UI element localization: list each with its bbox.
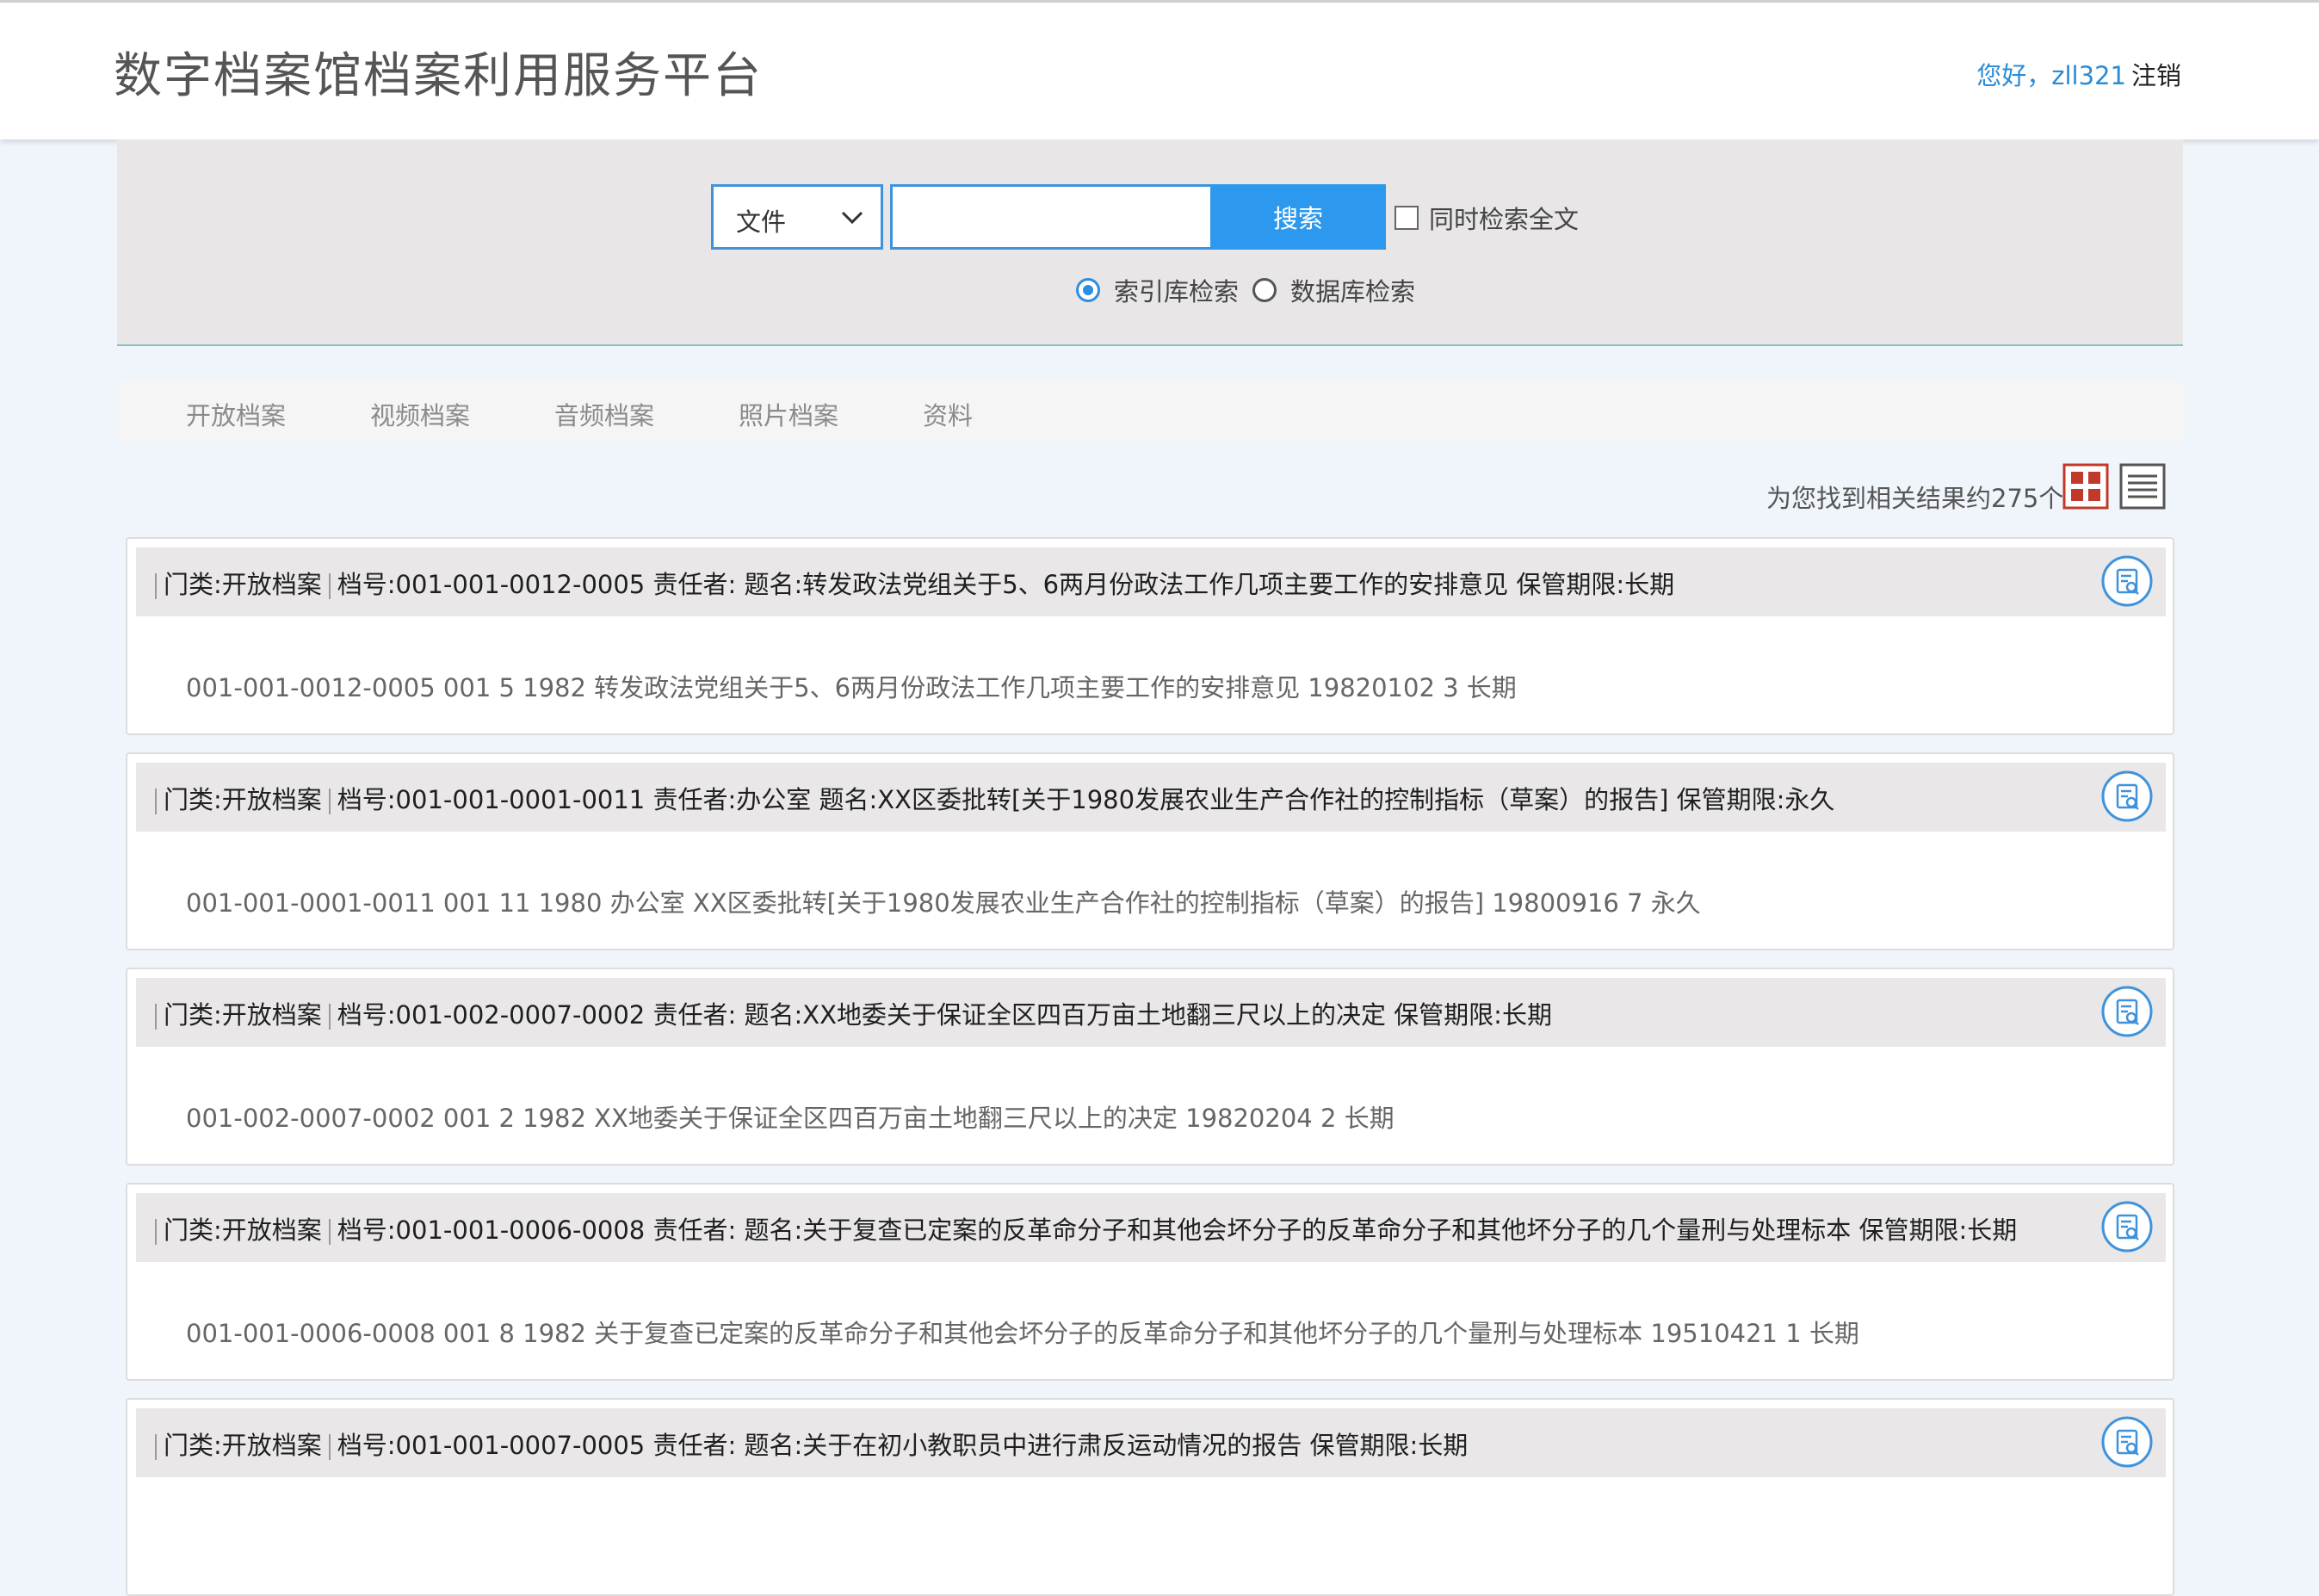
list-view-icon[interactable] (2119, 463, 2166, 510)
tab-photo-archives[interactable]: 照片档案 (739, 396, 838, 432)
search-panel: 文件 搜索 同时检索全文 索引库检索 数据库检索 (117, 139, 2183, 346)
radio-database-circle[interactable] (1252, 278, 1277, 302)
fulltext-label: 同时检索全文 (1429, 205, 1580, 234)
search-type-select[interactable]: 文件 (711, 184, 883, 250)
tab-audio-archives[interactable]: 音频档案 (554, 396, 654, 432)
grid-view-icon[interactable] (2062, 463, 2109, 510)
result-card: 门类:开放档案 档号:001-001-0007-0005 责任者: 题名:关于在初… (126, 1398, 2174, 1596)
document-detail-icon[interactable] (2100, 1415, 2154, 1469)
result-detail: 001-002-0007-0002 001 2 1982 XX地委关于保证全区四… (186, 1104, 1394, 1133)
result-category: 门类:开放档案 (164, 1431, 322, 1460)
result-meta: 档号:001-001-0001-0011 责任者:办公室 题名:XX区委批转[关… (337, 785, 1835, 814)
radio-index-circle[interactable] (1076, 278, 1100, 302)
result-card-header: 门类:开放档案 档号:001-001-0001-0011 责任者:办公室 题名:X… (136, 763, 2166, 832)
user-greeting[interactable]: 您好，zll321 (1976, 61, 2126, 90)
result-card: 门类:开放档案 档号:001-001-0006-0008 责任者: 题名:关于复查… (126, 1183, 2174, 1381)
category-tabs: 开放档案 视频档案 音频档案 照片档案 资料 (117, 380, 2183, 441)
document-detail-icon[interactable] (2100, 1200, 2154, 1253)
result-count: 为您找到相关结果约275个 (1766, 484, 2064, 513)
result-detail: 001-001-0012-0005 001 5 1982 转发政法党组关于5、6… (186, 673, 1517, 702)
result-category: 门类:开放档案 (164, 570, 322, 599)
fulltext-checkbox[interactable] (1394, 206, 1419, 230)
document-detail-icon[interactable] (2100, 985, 2154, 1038)
result-card: 门类:开放档案 档号:001-001-0001-0011 责任者:办公室 题名:X… (126, 752, 2174, 950)
chevron-down-icon (841, 211, 863, 225)
radio-index-label: 索引库检索 (1114, 277, 1240, 306)
result-meta: 档号:001-001-0007-0005 责任者: 题名:关于在初小教职员中进行… (337, 1431, 1469, 1460)
result-card-header: 门类:开放档案 档号:001-001-0006-0008 责任者: 题名:关于复查… (136, 1193, 2166, 1262)
radio-database-search[interactable]: 数据库检索 (1252, 272, 1415, 308)
search-button[interactable]: 搜索 (1210, 184, 1386, 250)
result-card: 门类:开放档案 档号:001-001-0012-0005 责任者: 题名:转发政法… (126, 537, 2174, 735)
tab-materials[interactable]: 资料 (923, 396, 973, 432)
document-detail-icon[interactable] (2100, 554, 2154, 608)
radio-database-label: 数据库检索 (1290, 277, 1416, 306)
result-meta: 档号:001-001-0006-0008 责任者: 题名:关于复查已定案的反革命… (337, 1216, 2018, 1245)
result-detail: 001-001-0006-0008 001 8 1982 关于复查已定案的反革命… (186, 1319, 1859, 1348)
tab-open-archives[interactable]: 开放档案 (186, 396, 286, 432)
result-detail: 001-001-0001-0011 001 11 1980 办公室 XX区委批转… (186, 888, 1701, 918)
app-title: 数字档案馆档案利用服务平台 (114, 48, 763, 104)
result-title[interactable]: 门类:开放档案 档号:001-001-0012-0005 责任者: 题名:转发政法… (148, 565, 1674, 601)
document-detail-icon[interactable] (2100, 770, 2154, 823)
fulltext-option[interactable]: 同时检索全文 (1394, 200, 1579, 236)
result-card-header: 门类:开放档案 档号:001-002-0007-0002 责任者: 题名:XX地委… (136, 978, 2166, 1047)
result-card: 门类:开放档案 档号:001-002-0007-0002 责任者: 题名:XX地委… (126, 968, 2174, 1166)
logout-link[interactable]: 注销 (2131, 61, 2181, 90)
result-card-header: 门类:开放档案 档号:001-001-0012-0005 责任者: 题名:转发政法… (136, 547, 2166, 616)
result-title[interactable]: 门类:开放档案 档号:001-001-0001-0011 责任者:办公室 题名:X… (148, 780, 1834, 816)
result-card-header: 门类:开放档案 档号:001-001-0007-0005 责任者: 题名:关于在初… (136, 1408, 2166, 1477)
tab-video-archives[interactable]: 视频档案 (370, 396, 470, 432)
search-input[interactable] (890, 184, 1214, 250)
search-type-value: 文件 (736, 207, 787, 237)
result-title[interactable]: 门类:开放档案 档号:001-001-0006-0008 责任者: 题名:关于复查… (148, 1210, 2017, 1246)
result-meta: 档号:001-002-0007-0002 责任者: 题名:XX地委关于保证全区四… (337, 1000, 1552, 1030)
radio-index-search[interactable]: 索引库检索 (1076, 272, 1239, 308)
search-mode-group: 索引库检索 数据库检索 (1076, 272, 1429, 308)
user-box: 您好，zll321 注销 (1976, 56, 2181, 92)
result-title[interactable]: 门类:开放档案 档号:001-001-0007-0005 责任者: 题名:关于在初… (148, 1426, 1468, 1462)
result-category: 门类:开放档案 (164, 785, 322, 814)
result-meta: 档号:001-001-0012-0005 责任者: 题名:转发政法党组关于5、6… (337, 570, 1675, 599)
top-header: 数字档案馆档案利用服务平台 您好，zll321 注销 (0, 0, 2319, 139)
result-category: 门类:开放档案 (164, 1000, 322, 1030)
result-category: 门类:开放档案 (164, 1216, 322, 1245)
result-title[interactable]: 门类:开放档案 档号:001-002-0007-0002 责任者: 题名:XX地委… (148, 995, 1552, 1031)
